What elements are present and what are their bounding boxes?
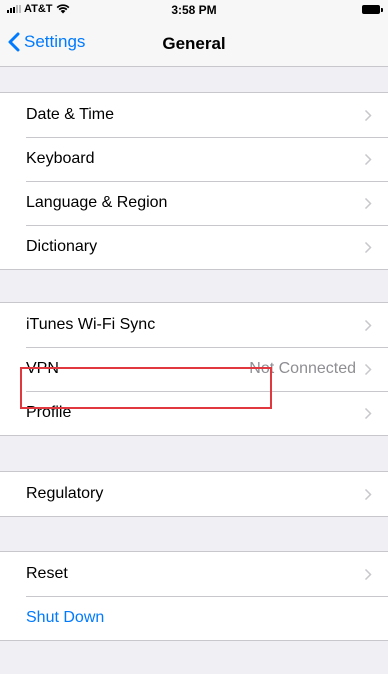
row-label: Shut Down [26,609,105,626]
settings-group-2: iTunes Wi-Fi Sync VPN Not Connected Prof… [0,302,388,436]
row-label: VPN [26,360,59,377]
settings-group-4: Reset Shut Down [0,551,388,641]
navigation-bar: Settings General [0,20,388,67]
row-profile[interactable]: Profile [0,391,388,435]
chevron-right-icon [364,153,372,165]
page-title: General [162,34,226,53]
row-label: Regulatory [26,485,104,502]
chevron-right-icon [364,568,372,580]
chevron-right-icon [364,407,372,419]
shut-down-button[interactable]: Shut Down [0,596,388,640]
chevron-right-icon [364,197,372,209]
row-reset[interactable]: Reset [0,552,388,596]
row-label: Date & Time [26,106,115,123]
chevron-right-icon [364,488,372,500]
row-label: iTunes Wi-Fi Sync [26,316,156,333]
settings-group-3: Regulatory [0,471,388,517]
chevron-right-icon [364,241,372,253]
row-label: Language & Region [26,194,168,211]
row-vpn[interactable]: VPN Not Connected [0,347,388,391]
status-time: 3:58 PM [171,3,217,17]
battery-icon [362,5,383,14]
chevron-right-icon [364,319,372,331]
row-label: Reset [26,565,68,582]
row-language-region[interactable]: Language & Region [0,181,388,225]
row-label: Dictionary [26,238,98,255]
chevron-right-icon [364,109,372,121]
row-regulatory[interactable]: Regulatory [0,472,388,516]
status-bar: AT&T 3:58 PM [0,0,388,20]
row-date-time[interactable]: Date & Time [0,93,388,137]
settings-group-1: Date & Time Keyboard Language & Region D… [0,92,388,270]
row-label: Profile [26,404,72,421]
row-itunes-wifi-sync[interactable]: iTunes Wi-Fi Sync [0,303,388,347]
vpn-status: Not Connected [249,360,356,377]
chevron-right-icon [364,363,372,375]
row-dictionary[interactable]: Dictionary [0,225,388,269]
row-label: Keyboard [26,150,95,167]
row-keyboard[interactable]: Keyboard [0,137,388,181]
